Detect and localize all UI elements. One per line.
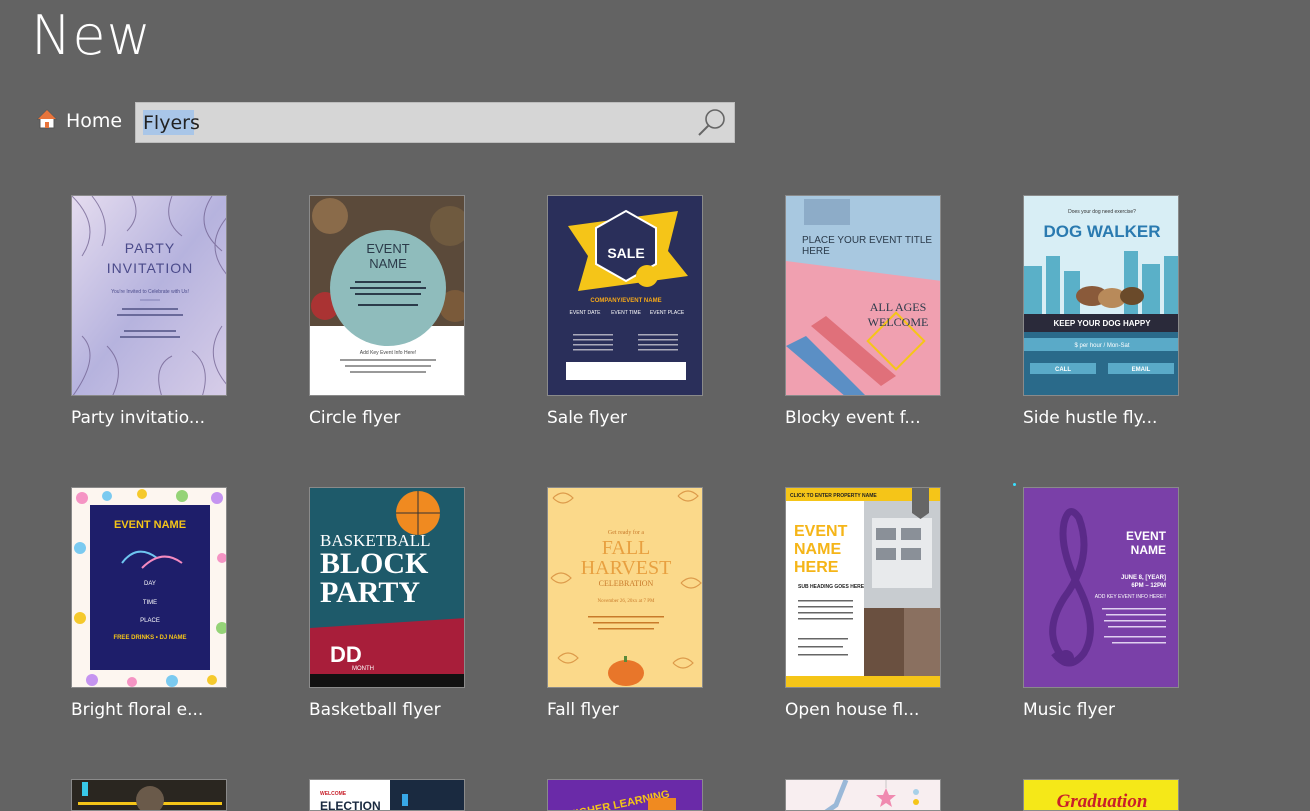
thumb-text: EVENT NAME	[114, 519, 186, 531]
thumb-text: ALL AGES	[870, 300, 927, 314]
thumb-text: $ per hour / Mon-Sat	[1074, 343, 1129, 349]
thumb-text: EVENT	[366, 241, 409, 256]
thumb-text: PLACE	[140, 618, 160, 624]
thumb-text: EVENT	[794, 523, 848, 540]
template-tile[interactable]: EVENT NAME DAY TIME PLACE FREE DRINKS • …	[71, 487, 229, 720]
thumb-text: CLICK TO ENTER PROPERTY NAME	[790, 493, 877, 499]
thumb-text: FALL	[602, 537, 651, 559]
template-label[interactable]: Party invitatio...	[71, 408, 229, 428]
thumb-text: Graduation	[1057, 791, 1148, 811]
thumb-text: EMAIL	[1132, 367, 1151, 373]
thumb-text: Does your dog need exercise?	[1068, 209, 1136, 215]
template-tile[interactable]: BASKETBALL BLOCK PARTY DD MONTH Basketba…	[309, 487, 467, 720]
thumb-text: COMPANY/EVENT NAME	[590, 298, 661, 304]
search-icon	[696, 109, 728, 143]
thumb-text: KEEP YOUR DOG HAPPY	[1053, 319, 1151, 328]
template-tile[interactable]: EVENT NAME JUNE 8, [YEAR] 6PM – 12PM ADD…	[1023, 487, 1181, 720]
home-icon	[36, 108, 58, 134]
template-thumbnail[interactable]: EVENT NAME JUNE 8, [YEAR] 6PM – 12PM ADD…	[1023, 487, 1179, 688]
template-thumbnail[interactable]: PLACE YOUR EVENT TITLE HERE ALL AGES WEL…	[785, 195, 941, 396]
template-tile[interactable]	[71, 779, 229, 811]
template-thumbnail[interactable]: Get ready for a FALL HARVEST CELEBRATION…	[547, 487, 703, 688]
thumb-text: Add Key Event Info Here!	[360, 350, 416, 356]
template-thumbnail[interactable]: SALE COMPANY/EVENT NAME EVENT DATE EVENT…	[547, 195, 703, 396]
home-link[interactable]: Home	[36, 108, 122, 134]
template-tile[interactable]: HIGHER LEARNING	[547, 779, 705, 811]
thumb-text: DD	[330, 642, 362, 667]
thumb-text: ADD KEY EVENT INFO HERE!!	[1095, 594, 1166, 600]
home-label: Home	[66, 110, 123, 132]
thumb-text: EVENT DATE	[570, 310, 602, 316]
template-tile[interactable]	[785, 779, 943, 811]
template-thumbnail[interactable]: EVENT NAME DAY TIME PLACE FREE DRINKS • …	[71, 487, 227, 688]
thumb-text: NAME	[794, 541, 841, 558]
thumb-text: PARTY	[320, 576, 420, 609]
thumb-text: EVENT PLACE	[650, 310, 685, 316]
thumb-text: ELECTION	[320, 799, 381, 811]
thumb-text: WELCOME	[320, 791, 347, 797]
template-thumbnail[interactable]: Graduation	[1023, 779, 1179, 811]
template-thumbnail[interactable]: BASKETBALL BLOCK PARTY DD MONTH	[309, 487, 465, 688]
cursor-dot	[1013, 483, 1016, 486]
template-label[interactable]: Blocky event f...	[785, 408, 943, 428]
thumb-text: SALE	[607, 245, 644, 261]
template-thumbnail[interactable]	[785, 779, 941, 811]
template-tile[interactable]: Does your dog need exercise? DOG WALKER …	[1023, 195, 1181, 428]
thumb-text: WELCOME	[868, 315, 929, 329]
template-label[interactable]: Music flyer	[1023, 700, 1181, 720]
thumb-text: November 26, 20xx at 7 PM	[598, 599, 655, 604]
template-thumbnail[interactable]: HIGHER LEARNING	[547, 779, 703, 811]
thumb-text: CALL	[1055, 367, 1071, 373]
search-button[interactable]	[696, 107, 728, 139]
thumb-text: SUB HEADING GOES HERE	[798, 584, 865, 590]
template-label[interactable]: Side hustle fly...	[1023, 408, 1181, 428]
template-tile[interactable]: CLICK TO ENTER PROPERTY NAME EVENT NAME …	[785, 487, 943, 720]
template-label[interactable]: Fall flyer	[547, 700, 705, 720]
thumb-text: HARVEST	[581, 557, 672, 579]
page-title: New	[31, 4, 152, 67]
thumb-text: JUNE 8, [YEAR]	[1121, 575, 1166, 581]
template-label[interactable]: Bright floral e...	[71, 700, 229, 720]
template-tile[interactable]: Graduation	[1023, 779, 1181, 811]
thumb-text: PLACE YOUR EVENT TITLE	[802, 235, 932, 246]
template-thumbnail[interactable]: Does your dog need exercise? DOG WALKER …	[1023, 195, 1179, 396]
thumb-text: EVENT	[1126, 529, 1167, 543]
template-tile[interactable]: EVENT NAME Add Key Event Info Here! Circ…	[309, 195, 467, 428]
search-input[interactable]	[136, 103, 696, 142]
template-thumbnail[interactable]: CLICK TO ENTER PROPERTY NAME EVENT NAME …	[785, 487, 941, 688]
template-tile[interactable]: SALE COMPANY/EVENT NAME EVENT DATE EVENT…	[547, 195, 705, 428]
thumb-text: TIME	[143, 600, 157, 606]
thumb-text: NAME	[1131, 543, 1166, 557]
thumb-text: EVENT TIME	[611, 310, 641, 316]
thumb-text: NAME	[369, 256, 407, 271]
template-label[interactable]: Sale flyer	[547, 408, 705, 428]
thumb-text: You're Invited to Celebrate with Us!	[111, 289, 189, 295]
thumb-text: HERE	[794, 559, 839, 576]
template-thumbnail[interactable]: WELCOME ELECTION	[309, 779, 465, 811]
template-label[interactable]: Open house fl...	[785, 700, 943, 720]
template-thumbnail[interactable]: PARTY INVITATION You're Invited to Celeb…	[71, 195, 227, 396]
template-tile[interactable]: WELCOME ELECTION	[309, 779, 467, 811]
thumb-text: 6PM – 12PM	[1131, 583, 1166, 589]
template-tile[interactable]: PLACE YOUR EVENT TITLE HERE ALL AGES WEL…	[785, 195, 943, 428]
thumb-text: DAY	[144, 581, 156, 587]
thumb-text: DOG WALKER	[1043, 222, 1160, 241]
thumb-text: INVITATION	[107, 260, 193, 276]
template-label[interactable]: Circle flyer	[309, 408, 467, 428]
template-thumbnail[interactable]: EVENT NAME Add Key Event Info Here!	[309, 195, 465, 396]
template-tile[interactable]: Get ready for a FALL HARVEST CELEBRATION…	[547, 487, 705, 720]
thumb-text: HERE	[802, 246, 830, 257]
template-label[interactable]: Basketball flyer	[309, 700, 467, 720]
thumb-text: MONTH	[352, 666, 374, 672]
thumb-text: PARTY	[125, 240, 175, 256]
thumb-text: Get ready for a	[608, 529, 644, 536]
thumb-text: FREE DRINKS • DJ NAME	[113, 635, 186, 641]
template-tile[interactable]: PARTY INVITATION You're Invited to Celeb…	[71, 195, 229, 428]
search-box	[135, 102, 735, 143]
template-thumbnail[interactable]	[71, 779, 227, 811]
thumb-text: CELEBRATION	[599, 579, 654, 588]
